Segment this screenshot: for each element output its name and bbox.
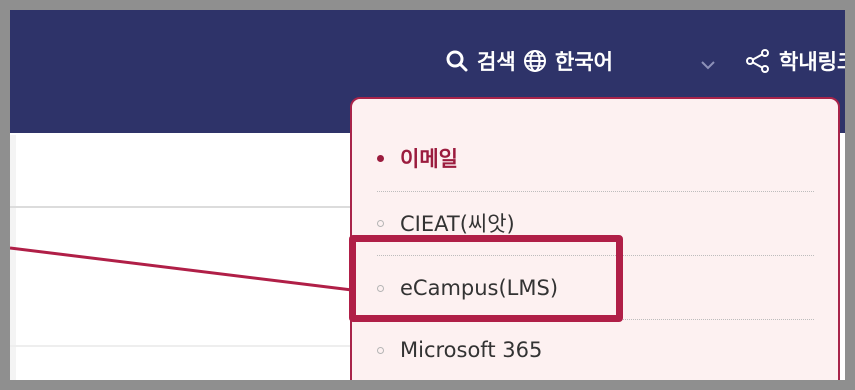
- highlight-box: [349, 235, 623, 322]
- callout-pointer-line: [10, 246, 353, 292]
- screenshot-frame: 검색 한국어 학내링크 이메일 CIEAT: [10, 10, 845, 380]
